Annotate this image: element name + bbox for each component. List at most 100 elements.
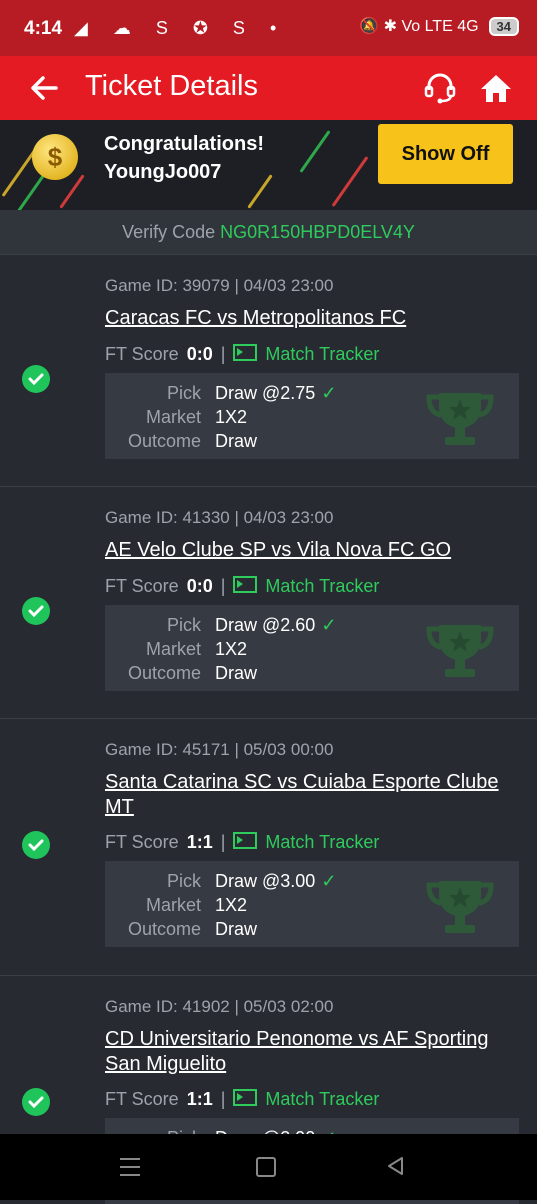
match-tracker-icon[interactable] [233,832,258,849]
verify-code-row: Verify Code NG0R150HBPD0ELV4Y [0,210,537,254]
congrats-banner: $ Congratulations! YoungJo007 Show Off [0,120,537,210]
ft-score-label: FT Score [105,344,179,364]
ft-score-value: 1:1 [186,1089,213,1109]
trophy-icon [426,625,494,677]
outcome-value: Draw [215,663,258,683]
match-tracker-icon[interactable] [233,1089,258,1106]
system-icons: 🔕 ✱ Vo LTE 4G 34 [359,16,519,36]
congrats-text: Congratulations! [104,133,264,155]
home-nav-icon[interactable] [256,1157,276,1177]
market-value: 1X2 [215,895,248,915]
match-tracker-icon[interactable] [233,576,258,593]
home-icon[interactable] [478,70,514,106]
outcome-label: Outcome [127,431,201,451]
ft-score-label: FT Score [105,1089,179,1109]
game-id: Game ID: 41902 | 05/03 02:00 [105,997,334,1016]
ft-score-row: FT Score 0:0 | Match Tracker [105,576,379,597]
recents-icon[interactable] [120,1158,140,1176]
market-value: 1X2 [215,407,248,427]
bet-card: Game ID: 39079 | 04/03 23:00 Caracas FC v… [0,254,537,487]
bet-card: Game ID: 41330 | 04/03 23:00 AE Velo Club… [0,486,537,719]
ft-score-label: FT Score [105,576,179,596]
ft-score-row: FT Score 0:0 | Match Tracker [105,344,379,365]
match-tracker-link[interactable]: Match Tracker [265,1089,379,1109]
ft-score-value: 1:1 [186,832,213,852]
match-tracker-link[interactable]: Match Tracker [265,576,379,596]
pick-odds: Draw @2.60 [215,615,316,635]
back-arrow-icon[interactable] [26,70,62,106]
decor-streak [247,174,273,209]
game-id: Game ID: 39079 | 04/03 23:00 [105,276,334,295]
pick-value: Draw @2.75 ✓ [215,383,336,404]
pick-box: Pick Draw @2.75 ✓ Market 1X2 Outcome Draw [105,373,519,459]
trophy-icon [426,393,494,445]
system-nav-bar [0,1134,537,1200]
check-mark-icon [28,373,44,386]
system-status-icons: 🔕 ✱ Vo LTE 4G [359,18,479,35]
decor-streak [59,174,85,209]
market-label: Market [145,895,201,915]
bet-card: Game ID: 41902 | 05/03 02:00 CD Universit… [0,975,537,1204]
pick-value: Draw @2.60 ✓ [215,615,336,636]
market-label: Market [145,639,201,659]
won-check-icon [22,831,50,859]
pick-odds: Draw @3.00 [215,871,316,891]
pick-odds: Draw @2.75 [215,383,316,403]
outcome-label: Outcome [127,919,201,939]
match-tracker-link[interactable]: Match Tracker [265,832,379,852]
outcome-label: Outcome [127,663,201,683]
won-check-icon [22,1088,50,1116]
separator: | [220,832,226,852]
pick-label: Pick [166,871,201,891]
pick-value: Draw @3.00 ✓ [215,871,336,892]
pick-correct-icon: ✓ [321,615,337,635]
separator: | [220,576,226,596]
check-mark-icon [28,605,44,618]
ft-score-row: FT Score 1:1 | Match Tracker [105,1089,379,1110]
match-name[interactable]: Santa Catarina SC vs Cuiaba Esporte Club… [105,770,520,820]
match-tracker-icon[interactable] [233,344,258,361]
match-tracker-link[interactable]: Match Tracker [265,344,379,364]
pick-box: Pick Draw @2.60 ✓ Market 1X2 Outcome Draw [105,605,519,691]
ft-score-row: FT Score 1:1 | Match Tracker [105,832,379,853]
outcome-value: Draw [215,919,258,939]
pick-label: Pick [166,383,201,403]
back-nav-icon[interactable] [386,1156,404,1176]
decor-streak [331,156,369,207]
separator: | [220,1089,226,1109]
game-id: Game ID: 41330 | 04/03 23:00 [105,508,334,527]
page-title: Ticket Details [85,70,258,102]
market-value: 1X2 [215,639,248,659]
verify-code-label: Verify Code [122,222,216,242]
match-name[interactable]: CD Universitario Penonome vs AF Sporting… [105,1027,520,1077]
pick-box: Pick Draw @3.00 ✓ Market 1X2 Outcome Draw [105,861,519,947]
decor-streak [299,130,331,173]
bet-card: Game ID: 45171 | 05/03 00:00 Santa Catari… [0,718,537,976]
coin-icon: $ [32,134,78,180]
won-check-icon [22,365,50,393]
pick-correct-icon: ✓ [321,871,337,891]
pick-correct-icon: ✓ [321,383,337,403]
app-bar: Ticket Details [0,56,537,120]
match-name[interactable]: AE Velo Clube SP vs Vila Nova FC GO [105,538,520,563]
check-mark-icon [28,839,44,852]
status-bar: 4:14 ◢ ☁ S ✪ S • 🔕 ✱ Vo LTE 4G 34 [0,0,537,56]
separator: | [220,344,226,364]
show-off-button[interactable]: Show Off [378,124,513,184]
market-label: Market [145,407,201,427]
battery-icon: 34 [488,16,519,36]
notification-icons: ◢ ☁ S ✪ S • [74,18,287,38]
match-name[interactable]: Caracas FC vs Metropolitanos FC [105,306,520,331]
check-mark-icon [28,1096,44,1109]
ft-score-value: 0:0 [186,576,213,596]
trophy-icon [426,881,494,933]
outcome-value: Draw [215,431,258,451]
won-check-icon [22,597,50,625]
game-id: Game ID: 45171 | 05/03 00:00 [105,740,334,759]
support-headset-icon[interactable] [422,70,458,106]
verify-code-value[interactable]: NG0R150HBPD0ELV4Y [220,222,415,242]
pick-label: Pick [166,615,201,635]
ft-score-label: FT Score [105,832,179,852]
username: YoungJo007 [104,161,222,183]
ft-score-value: 0:0 [186,344,213,364]
